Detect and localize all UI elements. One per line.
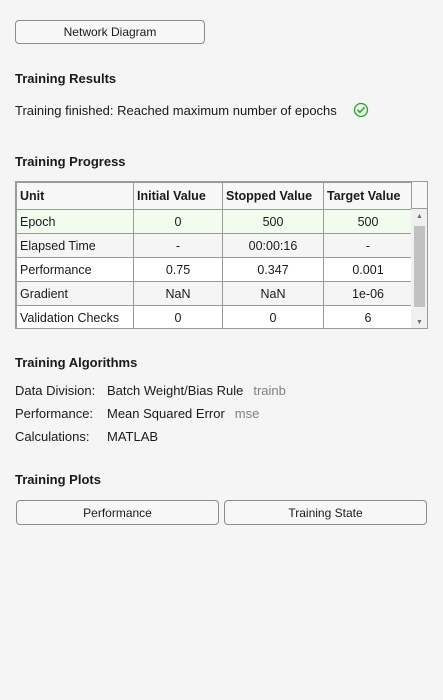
column-header[interactable]: Stopped Value [222, 182, 324, 210]
performance-name: Mean Squared Error [107, 406, 225, 421]
table-cell: 500 [222, 209, 324, 234]
table-cell: Epoch [16, 209, 134, 234]
table-row[interactable]: Epoch 0 500 500 [16, 209, 413, 234]
table-row[interactable]: Performance 0.75 0.347 0.001 [16, 257, 413, 282]
performance-value: Mean Squared Error mse [107, 406, 259, 421]
performance-label: Performance: [15, 406, 94, 421]
table-cell: NaN [133, 281, 223, 306]
table-row[interactable]: Elapsed Time - 00:00:16 - [16, 233, 413, 258]
training-plots-title: Training Plots [15, 472, 101, 487]
training-state-plot-button[interactable]: Training State [224, 500, 427, 525]
scroll-up-arrow-icon[interactable]: ▲ [411, 209, 427, 223]
performance-plot-button[interactable]: Performance [16, 500, 219, 525]
table-cell: - [323, 233, 413, 258]
scroll-down-arrow-icon[interactable]: ▼ [411, 315, 427, 328]
training-status: Training finished: Reached maximum numbe… [15, 102, 369, 118]
table-cell: 500 [323, 209, 413, 234]
scrollbar-thumb[interactable] [414, 226, 425, 307]
header-spacer [411, 182, 427, 209]
table-cell: Validation Checks [16, 305, 134, 328]
table-cell: 00:00:16 [222, 233, 324, 258]
table-row[interactable]: Validation Checks 0 0 6 [16, 305, 413, 328]
table-cell: - [133, 233, 223, 258]
table-cell: 0 [133, 209, 223, 234]
table-cell: Gradient [16, 281, 134, 306]
data-division-function: trainb [253, 383, 286, 398]
table-cell: 6 [323, 305, 413, 328]
table-cell: 1e-06 [323, 281, 413, 306]
success-check-icon [353, 102, 369, 118]
training-progress-title: Training Progress [15, 154, 126, 169]
table-header-row: Unit Initial Value Stopped Value Target … [16, 182, 413, 210]
table-cell: 0.001 [323, 257, 413, 282]
training-algorithms-title: Training Algorithms [15, 355, 138, 370]
data-division-value: Batch Weight/Bias Rule trainb [107, 383, 286, 398]
table-cell: 0.347 [222, 257, 324, 282]
table-cell: 0.75 [133, 257, 223, 282]
table-scrollbar[interactable]: ▲ ▼ [411, 209, 427, 328]
training-progress-table[interactable]: Unit Initial Value Stopped Value Target … [15, 181, 428, 329]
data-division-name: Batch Weight/Bias Rule [107, 383, 244, 398]
table-cell: Elapsed Time [16, 233, 134, 258]
training-status-text: Training finished: Reached maximum numbe… [15, 102, 337, 118]
column-header[interactable]: Target Value [323, 182, 413, 210]
table-cell: Performance [16, 257, 134, 282]
column-header[interactable]: Initial Value [133, 182, 223, 210]
network-diagram-button[interactable]: Network Diagram [15, 20, 205, 44]
performance-function: mse [234, 406, 260, 421]
training-results-title: Training Results [15, 71, 117, 86]
table-cell: NaN [222, 281, 324, 306]
column-header[interactable]: Unit [16, 182, 134, 210]
data-division-label: Data Division: [15, 383, 96, 398]
calculations-label: Calculations: [15, 429, 90, 444]
table-cell: 0 [133, 305, 223, 328]
table-row[interactable]: Gradient NaN NaN 1e-06 [16, 281, 413, 306]
calculations-value: MATLAB [107, 429, 159, 444]
table-cell: 0 [222, 305, 324, 328]
